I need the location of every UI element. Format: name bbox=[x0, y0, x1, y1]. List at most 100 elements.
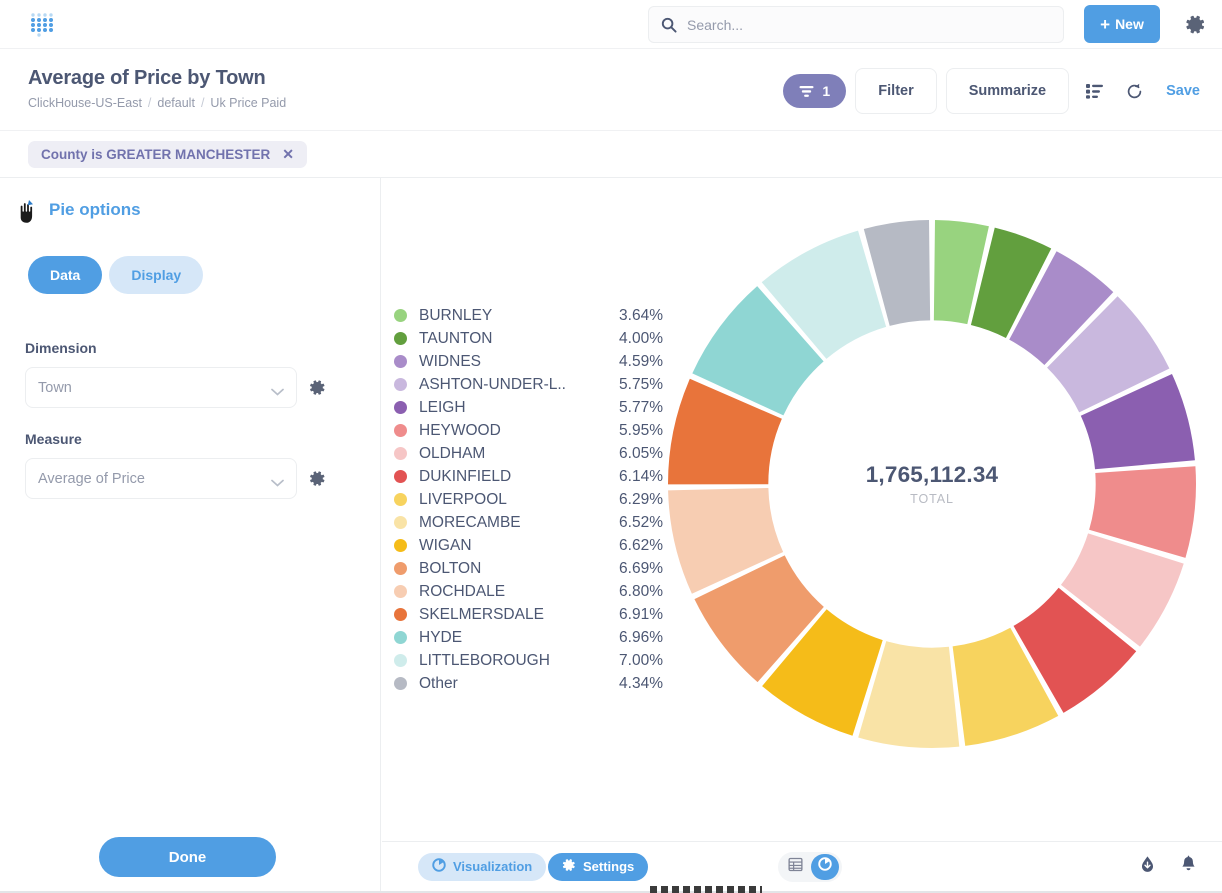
legend-item[interactable]: WIGAN6.62% bbox=[394, 534, 684, 557]
breadcrumb-table[interactable]: Uk Price Paid bbox=[210, 96, 286, 110]
filter-count-value: 1 bbox=[822, 83, 830, 99]
filter-button[interactable]: Filter bbox=[855, 68, 936, 114]
global-search-box[interactable] bbox=[648, 6, 1064, 43]
legend-item-label: BOLTON bbox=[419, 560, 601, 578]
metabase-question-page: + New Average of Price by Town ClickHous… bbox=[0, 0, 1222, 893]
legend-item-label: HEYWOOD bbox=[419, 422, 601, 440]
legend-item[interactable]: WIDNES4.59% bbox=[394, 350, 684, 373]
filter-count-badge[interactable]: 1 bbox=[783, 74, 846, 108]
legend-item[interactable]: TAUNTON4.00% bbox=[394, 327, 684, 350]
dimension-value: Town bbox=[38, 380, 72, 396]
legend-item-percent: 4.00% bbox=[601, 330, 663, 348]
dimension-select[interactable]: Town bbox=[25, 367, 297, 408]
legend-item[interactable]: OLDHAM6.05% bbox=[394, 442, 684, 465]
visualization-button[interactable]: Visualization bbox=[418, 853, 546, 881]
legend-color-swatch bbox=[394, 401, 407, 414]
breadcrumb-separator-1: / bbox=[148, 96, 151, 110]
legend-item-percent: 6.96% bbox=[601, 629, 663, 647]
legend-item[interactable]: DUKINFIELD6.14% bbox=[394, 465, 684, 488]
summarize-button-label: Summarize bbox=[969, 83, 1046, 99]
bottom-right-icons bbox=[1138, 855, 1198, 879]
list-columns-icon[interactable] bbox=[1082, 78, 1108, 104]
legend-item[interactable]: LIVERPOOL6.29% bbox=[394, 488, 684, 511]
sidebar-tabs: Data Display bbox=[28, 256, 203, 294]
legend-item-label: LIVERPOOL bbox=[419, 491, 601, 509]
chart-view-toggle[interactable] bbox=[811, 854, 839, 880]
legend-item[interactable]: HYDE6.96% bbox=[394, 626, 684, 649]
close-icon[interactable]: ✕ bbox=[282, 146, 294, 163]
legend-item[interactable]: BURNLEY3.64% bbox=[394, 304, 684, 327]
tab-data[interactable]: Data bbox=[28, 256, 102, 294]
legend-item-percent: 7.00% bbox=[601, 652, 663, 670]
legend-item-label: OLDHAM bbox=[419, 445, 601, 463]
legend-color-swatch bbox=[394, 608, 407, 621]
legend-item-label: ASHTON-UNDER-L.. bbox=[419, 376, 601, 394]
new-button[interactable]: + New bbox=[1084, 5, 1160, 43]
legend-color-swatch bbox=[394, 562, 407, 575]
chevron-down-icon bbox=[271, 475, 284, 483]
download-icon[interactable] bbox=[1138, 855, 1157, 879]
filter-bar: County is GREATER MANCHESTER ✕ bbox=[0, 130, 1222, 178]
breadcrumb-schema[interactable]: default bbox=[157, 96, 195, 110]
pie-legend: BURNLEY3.64%TAUNTON4.00%WIDNES4.59%ASHTO… bbox=[394, 304, 684, 695]
tab-display-label: Display bbox=[131, 267, 181, 283]
tab-data-label: Data bbox=[50, 267, 80, 283]
metabase-logo-icon[interactable] bbox=[28, 10, 58, 40]
legend-item-label: Other bbox=[419, 675, 601, 693]
legend-item[interactable]: HEYWOOD5.95% bbox=[394, 419, 684, 442]
sidebar-title: Pie options bbox=[49, 200, 141, 220]
legend-color-swatch bbox=[394, 447, 407, 460]
done-button[interactable]: Done bbox=[99, 837, 276, 877]
view-toggle-group bbox=[778, 852, 842, 882]
legend-color-swatch bbox=[394, 631, 407, 644]
legend-item[interactable]: LITTLEBOROUGH7.00% bbox=[394, 649, 684, 672]
legend-item-percent: 5.95% bbox=[601, 422, 663, 440]
pie-chart[interactable]: 1,765,112.34 TOTAL bbox=[662, 214, 1202, 754]
settings-gear-icon[interactable] bbox=[1185, 14, 1206, 35]
legend-item-label: LITTLEBOROUGH bbox=[419, 652, 601, 670]
legend-item-label: TAUNTON bbox=[419, 330, 601, 348]
legend-item[interactable]: LEIGH5.77% bbox=[394, 396, 684, 419]
legend-item-percent: 6.14% bbox=[601, 468, 663, 486]
measure-select[interactable]: Average of Price bbox=[25, 458, 297, 499]
question-header: Average of Price by Town ClickHouse-US-E… bbox=[0, 49, 1222, 130]
dimension-row: Town bbox=[25, 367, 326, 408]
legend-item-percent: 6.69% bbox=[601, 560, 663, 578]
legend-color-swatch bbox=[394, 470, 407, 483]
dimension-settings-gear-icon[interactable] bbox=[309, 379, 326, 396]
pie-options-sidebar: Pie options Data Display Dimension Town bbox=[0, 178, 381, 893]
measure-value: Average of Price bbox=[38, 471, 145, 487]
save-button[interactable]: Save bbox=[1166, 83, 1200, 99]
legend-item[interactable]: ASHTON-UNDER-L..5.75% bbox=[394, 373, 684, 396]
legend-color-swatch bbox=[394, 493, 407, 506]
plus-icon: + bbox=[1100, 16, 1110, 33]
legend-item-label: HYDE bbox=[419, 629, 601, 647]
filter-chip-label: County is GREATER MANCHESTER bbox=[41, 147, 270, 162]
donut-svg bbox=[662, 214, 1202, 754]
legend-item-percent: 6.91% bbox=[601, 606, 663, 624]
pie-chart-icon bbox=[818, 857, 832, 876]
tab-display[interactable]: Display bbox=[109, 256, 203, 294]
refresh-icon[interactable] bbox=[1121, 78, 1147, 104]
filter-chip[interactable]: County is GREATER MANCHESTER ✕ bbox=[28, 141, 307, 168]
table-view-toggle[interactable] bbox=[781, 854, 809, 880]
legend-color-swatch bbox=[394, 378, 407, 391]
measure-label: Measure bbox=[25, 431, 82, 447]
loading-dots-indicator bbox=[650, 886, 762, 893]
legend-item[interactable]: BOLTON6.69% bbox=[394, 557, 684, 580]
settings-button[interactable]: Settings bbox=[548, 853, 648, 881]
legend-item-percent: 6.80% bbox=[601, 583, 663, 601]
measure-settings-gear-icon[interactable] bbox=[309, 470, 326, 487]
page-title[interactable]: Average of Price by Town bbox=[28, 67, 266, 90]
legend-item[interactable]: ROCHDALE6.80% bbox=[394, 580, 684, 603]
summarize-button[interactable]: Summarize bbox=[946, 68, 1069, 114]
legend-item[interactable]: SKELMERSDALE6.91% bbox=[394, 603, 684, 626]
legend-color-swatch bbox=[394, 677, 407, 690]
filter-button-label: Filter bbox=[878, 83, 913, 99]
breadcrumb-separator-2: / bbox=[201, 96, 204, 110]
bell-icon[interactable] bbox=[1179, 855, 1198, 879]
legend-item[interactable]: Other4.34% bbox=[394, 672, 684, 695]
breadcrumb-database[interactable]: ClickHouse-US-East bbox=[28, 96, 142, 110]
legend-item[interactable]: MORECAMBE6.52% bbox=[394, 511, 684, 534]
search-input[interactable] bbox=[687, 17, 1051, 33]
